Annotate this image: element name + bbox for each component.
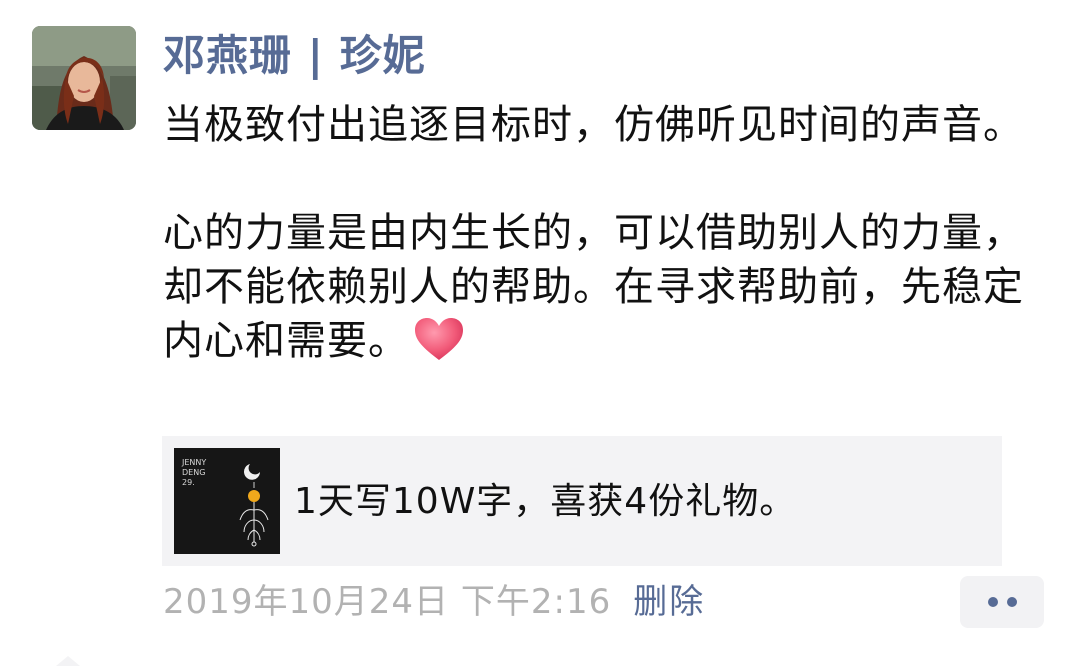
article-title: 1天写10W字，喜获4份礼物。 <box>294 481 797 522</box>
avatar[interactable] <box>32 26 136 130</box>
post-timestamp: 2019年10月24日 下午2:16 <box>163 582 612 622</box>
thumbnail-text: JENNY DENG 29. <box>182 458 207 487</box>
article-thumbnail: JENNY DENG 29. <box>174 448 280 554</box>
more-actions-button[interactable] <box>960 576 1044 628</box>
moon-flower-illustration <box>239 464 269 547</box>
comment-area-caret <box>56 656 80 666</box>
delete-button[interactable]: 删除 <box>633 582 705 622</box>
heart-icon <box>413 316 465 362</box>
post-paragraph-1: 当极致付出追逐目标时，仿佛听见时间的声音。 <box>163 102 1024 148</box>
moments-post: 邓燕珊 | 珍妮 当极致付出追逐目标时，仿佛听见时间的声音。 心的力量是由内生长… <box>0 0 1080 666</box>
shared-article-card[interactable]: JENNY DENG 29. 1天写10W字，喜获4份礼物。 <box>162 436 1002 566</box>
author-name[interactable]: 邓燕珊 | 珍妮 <box>163 30 426 82</box>
post-meta: 2019年10月24日 下午2:16 删除 <box>163 580 705 624</box>
post-paragraph-2: 心的力量是由内生长的，可以借助别人的力量，却不能依赖别人的帮助。在寻求帮助前，先… <box>163 210 1024 364</box>
post-body: 当极致付出追逐目标时，仿佛听见时间的声音。 心的力量是由内生长的，可以借助别人的… <box>163 98 1043 368</box>
avatar-photo <box>32 26 136 130</box>
